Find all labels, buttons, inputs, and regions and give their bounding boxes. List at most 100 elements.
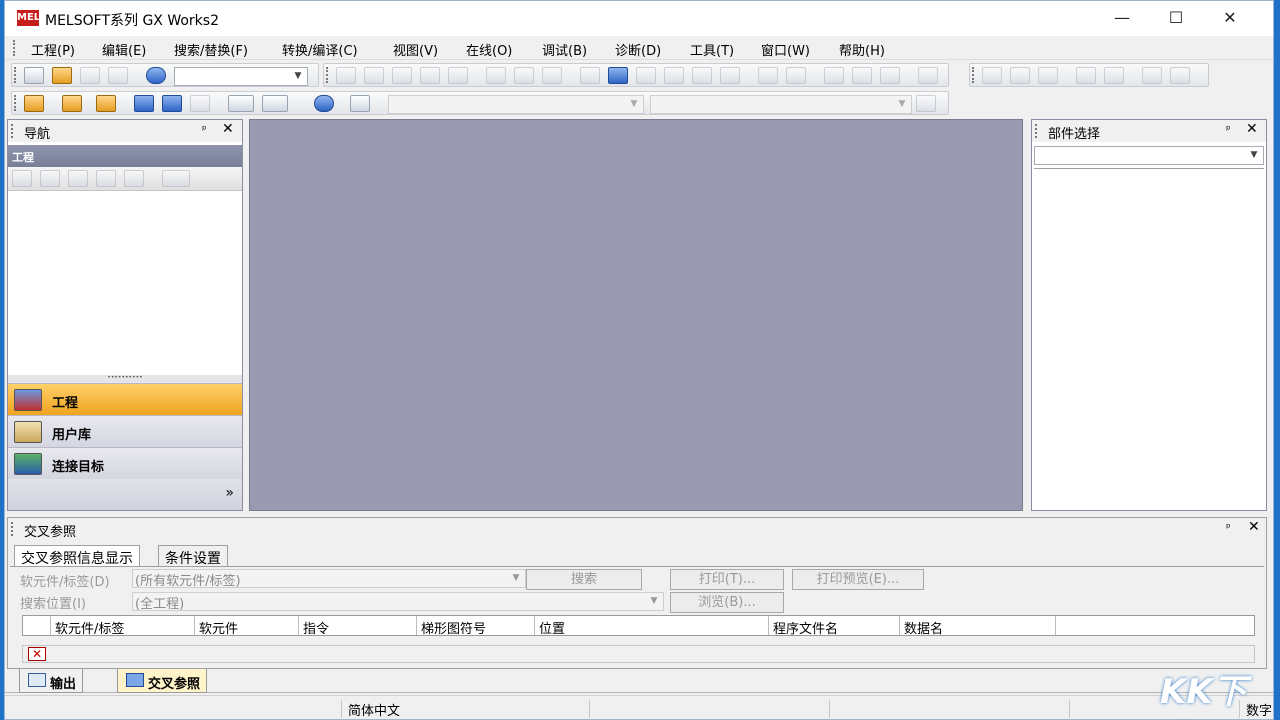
read-from-plc-icon[interactable] [608,67,628,84]
close-icon[interactable]: ✕ [1248,519,1260,535]
display-icon[interactable] [918,67,938,84]
paste-icon[interactable] [392,67,412,84]
ladder-contact-b-icon[interactable] [1010,67,1030,84]
navigation-window-icon[interactable] [62,95,82,112]
paste-data-icon[interactable] [68,170,88,187]
menu-edit[interactable]: 编辑(E) [102,40,146,59]
program-combo[interactable]: ▼ [650,95,912,114]
replace-device-icon[interactable] [542,67,562,84]
tab-cross-reference[interactable]: 交叉参照 [117,669,208,693]
toolbar-grip[interactable] [326,67,329,83]
print-icon[interactable] [108,67,128,84]
ladder-function-icon[interactable] [1104,67,1124,84]
menu-view[interactable]: 视图(V) [393,40,438,59]
nav-splitter[interactable]: •••••••••• [8,375,242,383]
cut-icon[interactable] [336,67,356,84]
chevron-more-icon[interactable]: » [225,485,234,501]
ladder-line-icon[interactable] [1142,67,1162,84]
verify-plc-icon[interactable] [636,67,656,84]
ladder-coil-icon[interactable] [1076,67,1096,84]
property-icon[interactable] [96,170,116,187]
search-device-icon[interactable] [486,67,506,84]
nav-button-project[interactable]: 工程 [8,383,242,415]
pin-icon[interactable]: ᵖ [1226,123,1231,136]
print-button[interactable]: 打印(T)... [670,569,784,590]
column-header[interactable]: 位置 [535,616,769,637]
column-header[interactable]: 软元件 [195,616,299,637]
monitor-start-icon[interactable] [664,67,684,84]
menu-debug[interactable]: 调试(B) [542,40,587,59]
new-file-icon[interactable] [24,67,44,84]
search-instruction-icon[interactable] [514,67,534,84]
project-tree-icon[interactable] [24,95,44,112]
panel-grip[interactable] [1035,124,1038,138]
ladder-contact-icon[interactable] [982,67,1002,84]
dev-monitor-icon[interactable] [190,95,210,112]
menu-project[interactable]: 工程(P) [31,40,75,59]
help-search-icon[interactable] [314,95,334,112]
monitor-stop-icon[interactable] [692,67,712,84]
copy-icon[interactable] [364,67,384,84]
eye-monitor-icon[interactable] [228,95,254,112]
menu-tools[interactable]: 工具(T) [690,40,734,59]
parts-list[interactable] [1034,168,1264,508]
menubar-grip[interactable] [13,40,16,56]
parts-combo[interactable]: ▼ [1034,146,1264,165]
search-button[interactable]: 搜索 [526,569,642,590]
dev-icon[interactable] [134,95,154,112]
menu-search-replace[interactable]: 搜索/替换(F) [174,40,248,59]
device-batch-icon[interactable] [758,67,778,84]
menu-convert-compile[interactable]: 转换/编译(C) [282,40,358,59]
pin-icon[interactable]: ᵖ [202,123,207,136]
nav-button-user-library[interactable]: 用户库 [8,415,242,447]
toolbar-grip[interactable] [14,67,17,83]
close-icon[interactable]: ✕ [1246,121,1258,137]
device-register-icon[interactable] [786,67,806,84]
toolbar-combo[interactable]: ▼ [174,67,308,86]
note-icon[interactable] [880,67,900,84]
write-to-plc-icon[interactable] [580,67,600,84]
toolbar-grip[interactable] [972,67,975,83]
tab-output[interactable]: 输出 [19,669,84,693]
ladder-parallel-icon[interactable] [1038,67,1058,84]
redo-icon[interactable] [448,67,468,84]
tab-xref-info[interactable]: 交叉参照信息显示 [14,545,140,567]
undo-icon[interactable] [420,67,440,84]
new-data-icon[interactable] [12,170,32,187]
minimize-button[interactable]: — [1099,1,1145,35]
device-combo[interactable]: (所有软元件/标签) ▼ [132,569,526,589]
search-position-combo[interactable]: (全工程) ▼ [132,592,664,612]
close-button[interactable]: ✕ [1207,1,1253,35]
project-tree[interactable] [8,191,242,375]
menu-help[interactable]: 帮助(H) [839,40,885,59]
find-icon[interactable] [262,95,288,112]
toolbar-grip[interactable] [14,95,17,111]
dev-batch-icon[interactable] [162,95,182,112]
parts-selection-icon[interactable] [96,95,116,112]
statement-icon[interactable] [852,67,872,84]
refresh-icon[interactable] [124,170,144,187]
nav-button-connection-target[interactable]: 连接目标 [8,447,242,479]
main-workspace[interactable] [249,119,1023,511]
column-header[interactable]: 指令 [299,616,417,637]
panel-grip[interactable] [11,522,14,536]
open-folder-icon[interactable] [52,67,72,84]
menu-diagnostics[interactable]: 诊断(D) [615,40,661,59]
close-icon[interactable]: ✕ [222,121,234,137]
ladder-delete-line-icon[interactable] [1170,67,1190,84]
document-icon[interactable] [916,95,936,112]
help-icon[interactable] [146,67,166,84]
tab-condition-settings[interactable]: 条件设置 [158,545,228,567]
browse-button[interactable]: 浏览(B)... [670,592,784,613]
comment-icon[interactable] [824,67,844,84]
menu-online[interactable]: 在线(O) [466,40,512,59]
column-header[interactable]: 数据名 [900,616,1056,637]
copy-data-icon[interactable] [40,170,60,187]
label-combo[interactable]: ▼ [388,95,644,114]
column-header[interactable]: 梯形图符号 [417,616,535,637]
pin-icon[interactable]: ᵖ [1226,521,1231,534]
tree-options-icon[interactable] [162,170,190,187]
monitor-write-icon[interactable] [720,67,740,84]
column-header[interactable]: 软元件/标签 [51,616,195,637]
maximize-button[interactable]: ☐ [1153,1,1199,35]
